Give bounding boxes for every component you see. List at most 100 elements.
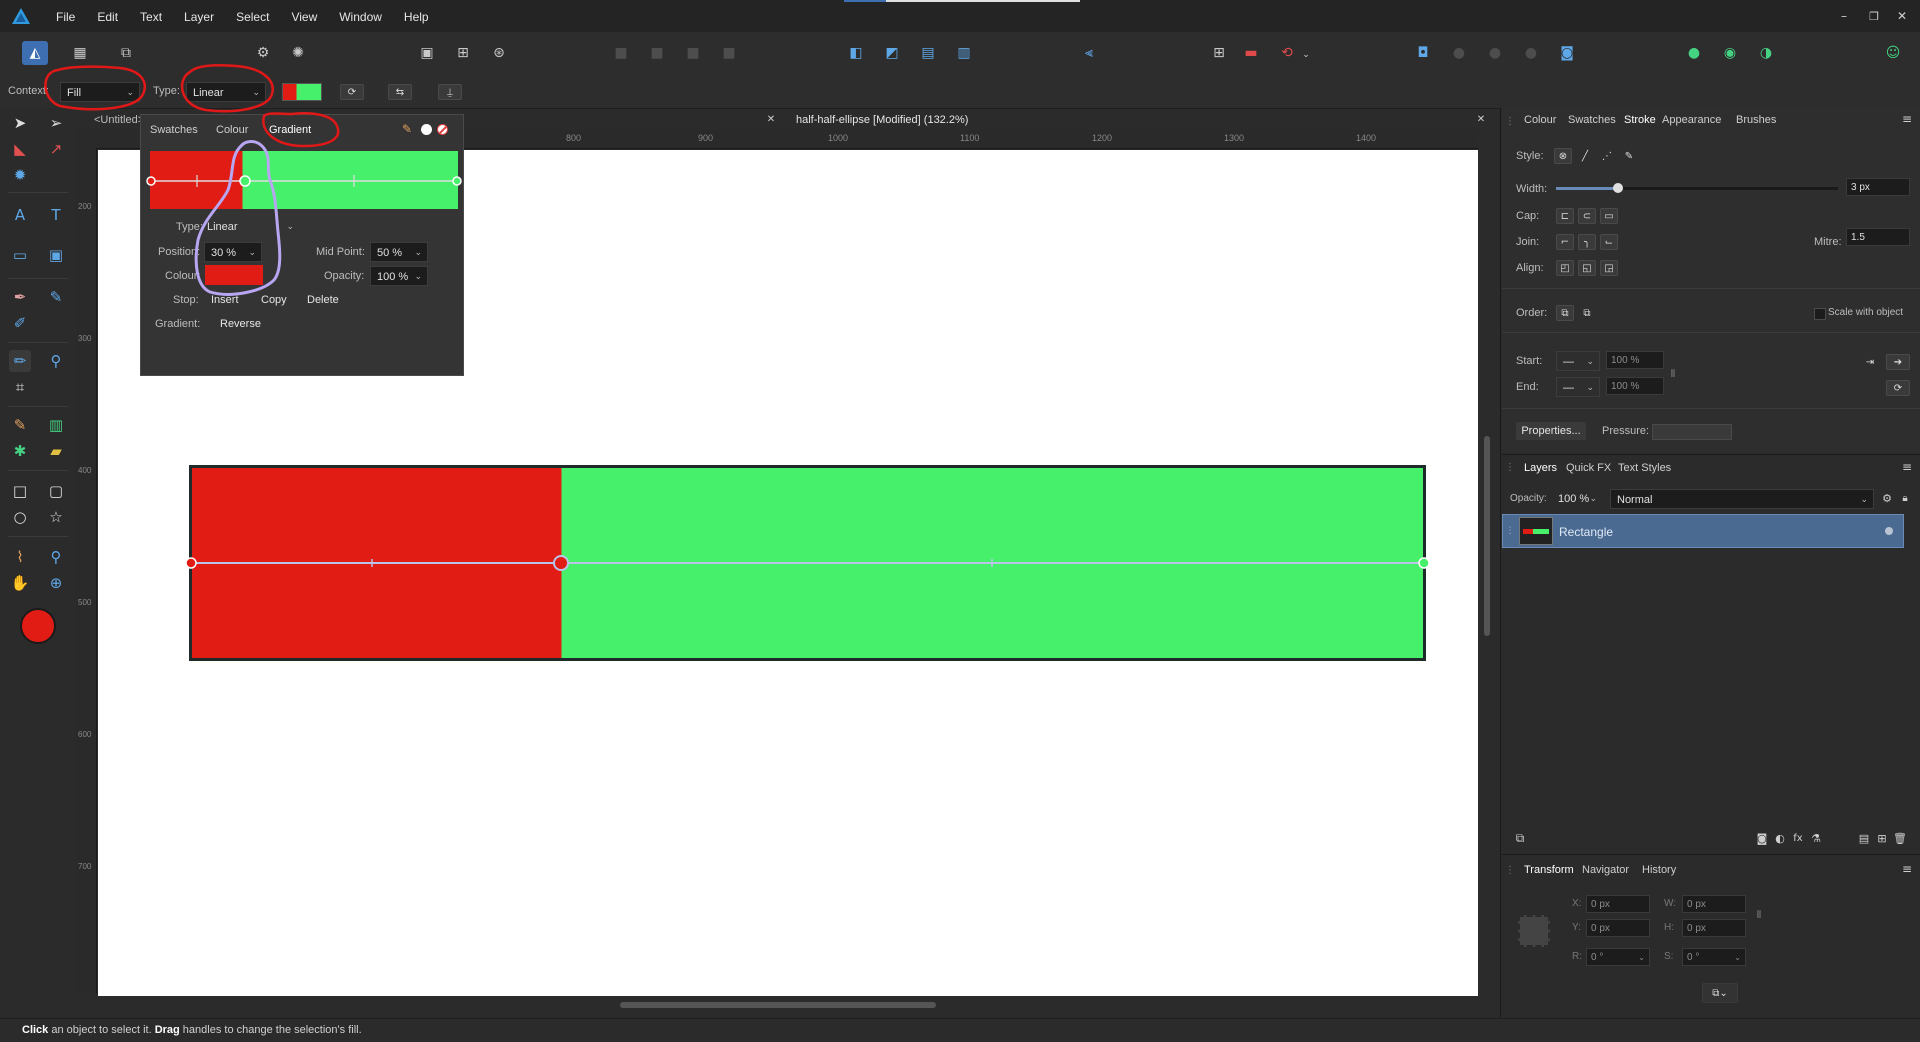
arrow-end-position-icon[interactable]: ⇥ <box>1858 354 1882 370</box>
solid-stroke-style-icon[interactable]: ╱ <box>1576 148 1594 164</box>
context-dropdown[interactable]: Fill ⌄ <box>60 82 140 102</box>
add-icon[interactable]: ◘ <box>1410 41 1436 65</box>
move-back-icon[interactable]: ■ <box>608 41 634 65</box>
preferences-icon[interactable]: ✺ <box>285 41 311 65</box>
reverse-gradient-button[interactable]: Reverse <box>220 318 261 330</box>
width-field[interactable]: 3 px <box>1846 178 1910 196</box>
width-slider-handle[interactable] <box>1613 183 1624 193</box>
panel-grip-icon[interactable]: ⋮ <box>1505 114 1515 128</box>
live-filter-icon[interactable]: ⚗ <box>1808 830 1824 846</box>
horizontal-scroll-thumb[interactable] <box>620 1002 936 1008</box>
export-persona-icon[interactable]: ⧉ <box>113 41 139 65</box>
contour-tool-icon[interactable]: ✹ <box>9 164 31 186</box>
opacity-field[interactable]: 100 % ⌄ <box>370 266 428 286</box>
round-join-icon[interactable]: ╮ <box>1578 234 1596 250</box>
fill-tool-icon[interactable]: ✏ <box>9 350 31 372</box>
close-tab-icon[interactable]: ✕ <box>764 112 778 126</box>
xor-icon[interactable]: ● <box>1518 41 1544 65</box>
pixel-tool-icon[interactable]: ▥ <box>45 414 67 436</box>
pencil-tool-icon[interactable]: ✎ <box>45 286 67 308</box>
move-tool-icon[interactable]: ➤ <box>9 112 31 134</box>
vector-brush-icon[interactable]: ✎ <box>9 414 31 436</box>
layer-panel-toggle-icon[interactable]: ⧉ <box>1512 830 1528 846</box>
stroke-front-icon[interactable]: ⧉ <box>1578 305 1596 321</box>
width-slider[interactable] <box>1556 183 1838 193</box>
zoom-tool-icon[interactable]: ⊕ <box>45 572 67 594</box>
end-arrow-dropdown[interactable]: — ⌄ <box>1556 377 1600 397</box>
menu-window[interactable]: Window <box>328 0 393 32</box>
layer-row-rectangle[interactable]: ⋮ Rectangle <box>1502 514 1904 548</box>
panel-tab-appearance[interactable]: Appearance <box>1662 114 1721 126</box>
flip-vertical-icon[interactable]: ◩ <box>879 41 905 65</box>
start-arrow-dropdown[interactable]: — ⌄ <box>1556 351 1600 371</box>
star-tool-icon[interactable]: ☆ <box>45 506 67 528</box>
insert-target-icon[interactable]: ⊞ <box>1206 41 1232 65</box>
miter-join-icon[interactable]: ⌐ <box>1556 234 1574 250</box>
move-forward-icon[interactable]: ■ <box>644 41 670 65</box>
rotate-gradient-icon[interactable]: ⟳ <box>340 84 364 100</box>
midpoint-field[interactable]: 50 % ⌄ <box>370 242 428 262</box>
panel-menu-icon[interactable]: ≡ <box>1900 112 1914 126</box>
view-mode-icon[interactable]: ◑ <box>1753 41 1779 65</box>
round-cap-icon[interactable]: ⊂ <box>1578 208 1596 224</box>
menu-help[interactable]: Help <box>393 0 440 32</box>
layer-lock-icon[interactable]: 🔒︎ <box>1898 490 1912 506</box>
mask-layer-icon[interactable]: ◙ <box>1754 830 1770 846</box>
panel-tab-quick-fx[interactable]: Quick FX <box>1566 462 1611 474</box>
point-transform-icon[interactable]: ↗ <box>45 138 67 160</box>
pen-tool-icon[interactable]: ✒ <box>9 286 31 308</box>
node-tool-icon[interactable]: ➢ <box>45 112 67 134</box>
colour-picker-icon[interactable]: ⌇ <box>9 546 31 568</box>
h-field[interactable]: 0 px <box>1682 919 1746 937</box>
aspect-lock-icon[interactable]: ⍊ <box>438 84 462 100</box>
panel-tab-navigator[interactable]: Navigator <box>1582 864 1629 876</box>
panel-tab-swatches[interactable]: Swatches <box>1568 114 1616 126</box>
insert-stop-button[interactable]: Insert <box>211 294 239 306</box>
rotate-left-icon[interactable]: ▤ <box>915 41 941 65</box>
panel-tab-stroke[interactable]: Stroke <box>1624 114 1656 126</box>
snap-object-icon[interactable]: ⊛ <box>486 41 512 65</box>
flip-horizontal-icon[interactable]: ◧ <box>843 41 869 65</box>
boolean-dropdown-icon[interactable]: ⌄ <box>1300 49 1312 61</box>
bevel-join-icon[interactable]: ⌙ <box>1600 234 1618 250</box>
align-inside-icon[interactable]: ◰ <box>1556 260 1574 276</box>
reverse-gradient-icon[interactable]: ⇆ <box>388 84 412 100</box>
panel-tab-transform[interactable]: Transform <box>1524 864 1574 876</box>
fx-layer-icon[interactable]: fx <box>1790 830 1806 846</box>
x-field[interactable]: 0 px <box>1586 895 1650 913</box>
zoom-picker-icon[interactable]: ⚲ <box>45 546 67 568</box>
adjustment-layer-icon[interactable]: ◐ <box>1772 830 1788 846</box>
corner-tool-icon[interactable]: ◣ <box>9 138 31 160</box>
align-center-icon[interactable]: ◱ <box>1578 260 1596 276</box>
stroke-behind-icon[interactable]: ⧉ <box>1556 305 1574 321</box>
transform-origin-icon[interactable]: ⧉⌄ <box>1702 983 1738 1003</box>
stop-colour-well[interactable] <box>205 265 263 285</box>
type-dropdown[interactable]: Linear ⌄ <box>186 82 266 102</box>
menu-text[interactable]: Text <box>129 0 173 32</box>
s-field[interactable]: 0 ° ⌄ <box>1682 948 1746 966</box>
swap-arrows-icon[interactable]: ⟳ <box>1886 380 1910 396</box>
affinity-designer-logo-icon[interactable] <box>10 6 32 26</box>
panel-tab-layers[interactable]: Layers <box>1524 462 1557 474</box>
anchor-point-selector[interactable] <box>1518 915 1550 947</box>
pixel-persona-icon[interactable]: ▦ <box>67 41 93 65</box>
vertical-scrollbar[interactable] <box>1482 140 1492 996</box>
horizontal-scrollbar[interactable] <box>80 998 1490 1012</box>
popup-tab-swatches[interactable]: Swatches <box>150 124 198 136</box>
gradient-editor-bar[interactable] <box>150 151 458 209</box>
restore-button[interactable]: ❐ <box>1862 6 1886 26</box>
artistic-text-icon[interactable]: A <box>9 204 31 226</box>
arrow-direction-icon[interactable]: ➔ <box>1886 354 1910 370</box>
hand-tool-icon[interactable]: ✋ <box>9 572 31 594</box>
transparency-tool-icon[interactable]: ⚲ <box>45 350 67 372</box>
minimize-button[interactable]: – <box>1832 6 1856 26</box>
shape-builder-icon[interactable]: ✱ <box>9 440 31 462</box>
scale-with-object-checkbox[interactable] <box>1814 308 1826 320</box>
panel-menu-icon[interactable]: ≡ <box>1900 460 1914 474</box>
crop-tool-icon[interactable]: ⌗ <box>9 376 31 398</box>
close-tab-icon[interactable]: ✕ <box>1474 112 1488 126</box>
vertical-scroll-thumb[interactable] <box>1484 436 1490 636</box>
blend-mode-dropdown[interactable]: Normal ⌄ <box>1610 489 1874 509</box>
menu-layer[interactable]: Layer <box>173 0 225 32</box>
align-outside-icon[interactable]: ◲ <box>1600 260 1618 276</box>
